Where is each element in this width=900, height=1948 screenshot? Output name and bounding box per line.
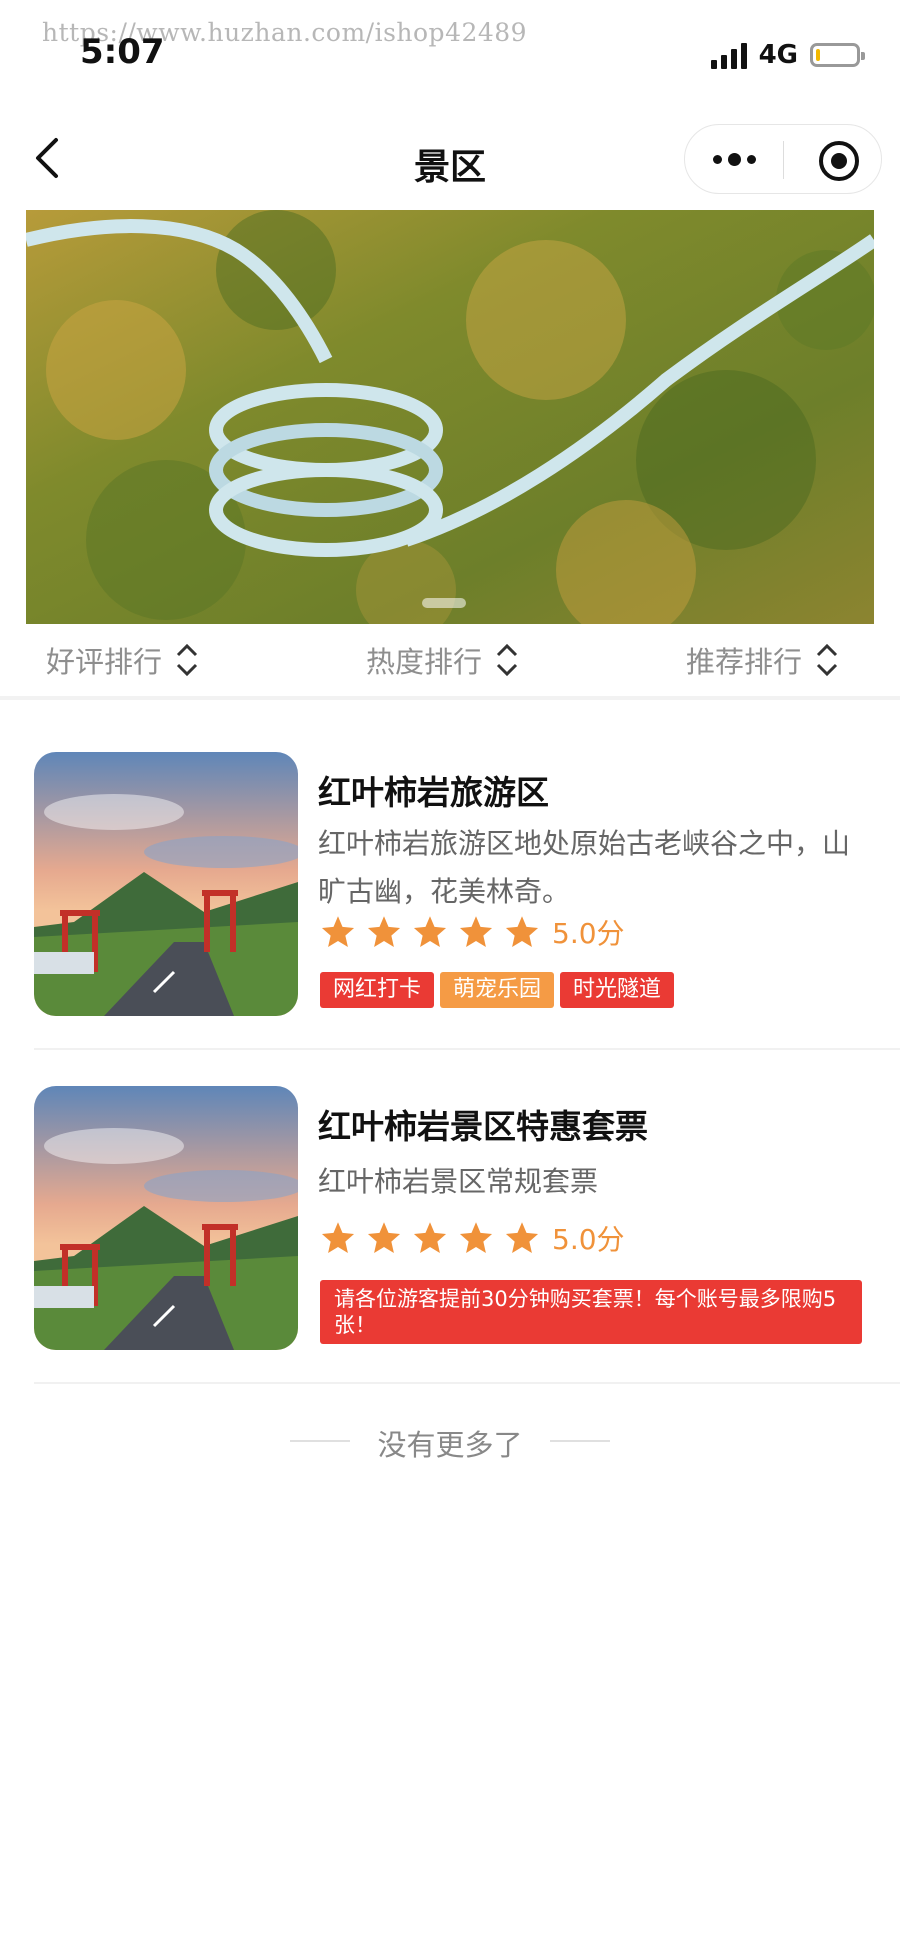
sort-label: 热度排行	[366, 645, 483, 679]
star-rating: 5.0分	[320, 1218, 625, 1258]
rating-score: 5.0分	[552, 917, 625, 950]
star-icon	[459, 1222, 493, 1253]
mini-program-capsule	[684, 124, 882, 194]
banner-carousel[interactable]	[26, 210, 874, 624]
listing-title: 红叶柿岩景区特惠套票	[318, 1107, 648, 1146]
nav-bar: 景区	[0, 100, 900, 220]
tag-badge: 时光隧道	[560, 972, 675, 1008]
network-type: 4G	[758, 40, 798, 70]
section-divider	[0, 696, 900, 700]
signal-icon	[710, 41, 747, 69]
star-icon	[505, 916, 539, 947]
battery-icon	[810, 43, 865, 67]
purchase-notice: 请各位游客提前30分钟购买套票！每个账号最多限购5张！	[320, 1280, 862, 1344]
tag-badge: 网红打卡	[320, 972, 435, 1008]
sort-by-rating[interactable]: 好评排行	[0, 624, 311, 696]
scenic-thumbnail	[34, 752, 298, 1016]
star-rating: 5.0分	[320, 912, 625, 952]
tag-list: 网红打卡 萌宠乐园 时光隧道	[320, 972, 675, 1008]
sort-label: 推荐排行	[686, 645, 803, 679]
sort-bar: 好评排行 热度排行 推荐排行	[0, 624, 900, 696]
listing-description: 红叶柿岩景区常规套票	[318, 1165, 599, 1198]
more-dots-icon[interactable]	[685, 125, 783, 193]
status-indicators: 4G	[710, 40, 865, 70]
sort-by-recommend[interactable]: 推荐排行	[575, 624, 900, 696]
star-icon	[413, 1222, 447, 1253]
row-divider	[34, 1048, 900, 1050]
scenic-thumbnail	[34, 1086, 298, 1350]
row-divider	[34, 1382, 900, 1384]
sort-arrows-icon	[816, 643, 838, 677]
star-icon	[413, 916, 447, 947]
target-close-icon[interactable]	[819, 141, 859, 181]
star-icon	[459, 916, 493, 947]
star-icon	[367, 916, 401, 947]
no-more-text: 没有更多了	[377, 1428, 523, 1462]
tag-badge: 萌宠乐园	[440, 972, 555, 1008]
star-icon	[505, 1222, 539, 1253]
glass-slide-scenery-photo	[26, 210, 874, 624]
star-icon	[321, 916, 355, 947]
sort-arrows-icon	[176, 643, 198, 677]
listing-description: 红叶柿岩旅游区地处原始古老峡谷之中，山旷古幽，花美林奇。	[318, 827, 851, 908]
list-item[interactable]: 红叶柿岩旅游区 红叶柿岩旅游区地处原始古老峡谷之中，山旷古幽，花美林奇。 5.0…	[0, 752, 900, 1052]
sort-label: 好评排行	[46, 645, 163, 679]
listing-title: 红叶柿岩旅游区	[318, 773, 549, 812]
carousel-dot	[422, 598, 466, 608]
star-icon	[321, 1222, 355, 1253]
end-line-right	[550, 1440, 610, 1442]
list-item[interactable]: 红叶柿岩景区特惠套票 红叶柿岩景区常规套票 5.0分 请各位游客提前30分钟购买…	[0, 1086, 900, 1386]
capsule-divider	[783, 141, 784, 179]
sort-arrows-icon	[496, 643, 518, 677]
sort-by-popularity[interactable]: 热度排行	[311, 624, 576, 696]
star-icon	[367, 1222, 401, 1253]
status-time: 5:07	[80, 32, 165, 72]
rating-score: 5.0分	[552, 1223, 625, 1256]
